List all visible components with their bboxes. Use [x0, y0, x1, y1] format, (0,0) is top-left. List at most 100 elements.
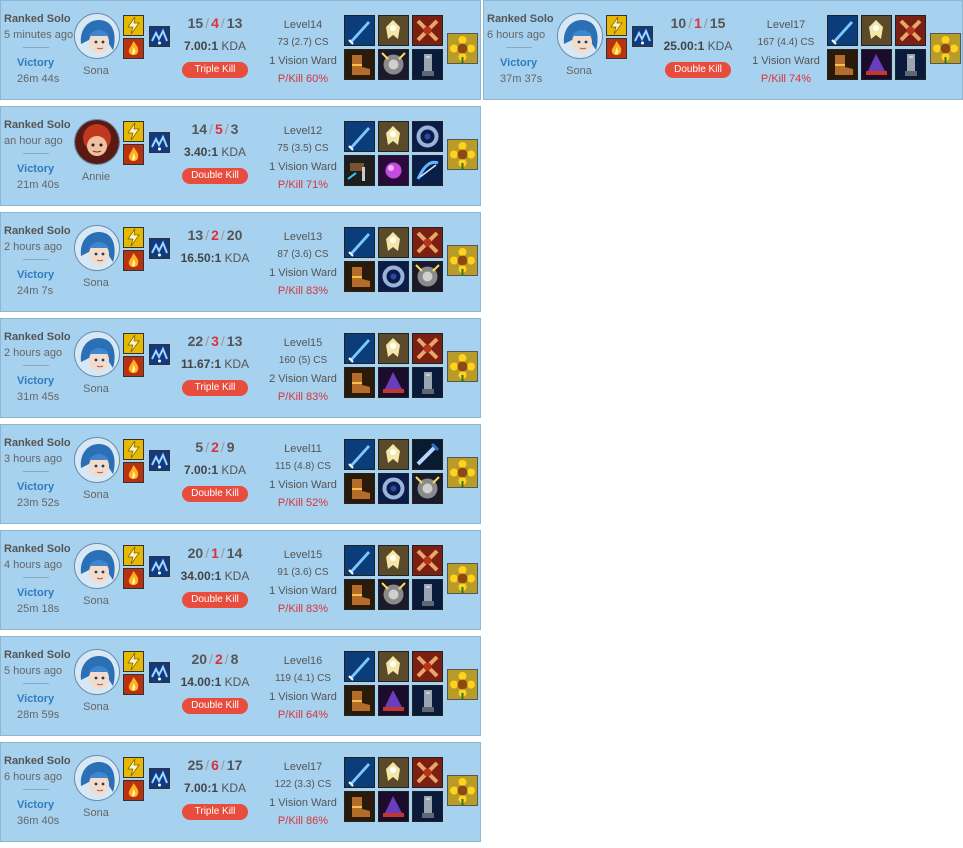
- flash-spell-icon[interactable]: [606, 15, 627, 36]
- sword-icon[interactable]: [827, 15, 858, 46]
- sona-portrait[interactable]: [74, 331, 120, 377]
- tower-icon[interactable]: [412, 685, 443, 716]
- match-card[interactable]: Ranked Solo 5 hours ago Victory 28m 59s …: [0, 636, 481, 736]
- keystone-rune-icon[interactable]: [632, 26, 653, 47]
- bow-icon[interactable]: [412, 155, 443, 186]
- flash-spell-icon[interactable]: [123, 15, 144, 36]
- hat-icon[interactable]: [378, 367, 409, 398]
- sword-icon[interactable]: [344, 121, 375, 152]
- sona-portrait[interactable]: [74, 543, 120, 589]
- flash-spell-icon[interactable]: [123, 439, 144, 460]
- sona-portrait[interactable]: [74, 755, 120, 801]
- ignite-spell-icon[interactable]: [123, 250, 144, 271]
- hat-icon[interactable]: [861, 49, 892, 80]
- hammer-icon[interactable]: [344, 155, 375, 186]
- tower-icon[interactable]: [412, 49, 443, 80]
- match-card[interactable]: Ranked Solo 2 hours ago Victory 31m 45s …: [0, 318, 481, 418]
- flash-spell-icon[interactable]: [123, 545, 144, 566]
- cross-icon[interactable]: [412, 15, 443, 46]
- ignite-spell-icon[interactable]: [123, 462, 144, 483]
- shield-icon[interactable]: [378, 579, 409, 610]
- wing-icon[interactable]: [378, 121, 409, 152]
- ring-icon[interactable]: [378, 473, 409, 504]
- hat-icon[interactable]: [378, 791, 409, 822]
- cross-icon[interactable]: [895, 15, 926, 46]
- match-card[interactable]: Ranked Solo 6 hours ago Victory 36m 40s …: [0, 742, 481, 842]
- sunflower-trinket-icon[interactable]: [447, 563, 478, 594]
- ring-icon[interactable]: [412, 121, 443, 152]
- cross-icon[interactable]: [412, 333, 443, 364]
- keystone-rune-icon[interactable]: [149, 26, 170, 47]
- blade-icon[interactable]: [412, 439, 443, 470]
- boots-icon[interactable]: [344, 685, 375, 716]
- sunflower-trinket-icon[interactable]: [930, 33, 961, 64]
- wing-icon[interactable]: [378, 227, 409, 258]
- keystone-rune-icon[interactable]: [149, 344, 170, 365]
- tower-icon[interactable]: [412, 791, 443, 822]
- sword-icon[interactable]: [344, 545, 375, 576]
- wing-icon[interactable]: [861, 15, 892, 46]
- boots-icon[interactable]: [827, 49, 858, 80]
- ignite-spell-icon[interactable]: [123, 674, 144, 695]
- flash-spell-icon[interactable]: [123, 227, 144, 248]
- sunflower-trinket-icon[interactable]: [447, 139, 478, 170]
- sunflower-trinket-icon[interactable]: [447, 775, 478, 806]
- match-card[interactable]: Ranked Solo 6 hours ago Victory 37m 37s …: [483, 0, 963, 100]
- shield-icon[interactable]: [378, 49, 409, 80]
- boots-icon[interactable]: [344, 367, 375, 398]
- keystone-rune-icon[interactable]: [149, 556, 170, 577]
- sword-icon[interactable]: [344, 227, 375, 258]
- sona-portrait[interactable]: [557, 13, 603, 59]
- wing-icon[interactable]: [378, 333, 409, 364]
- cross-icon[interactable]: [412, 545, 443, 576]
- keystone-rune-icon[interactable]: [149, 450, 170, 471]
- sunflower-trinket-icon[interactable]: [447, 33, 478, 64]
- sunflower-trinket-icon[interactable]: [447, 245, 478, 276]
- sunflower-trinket-icon[interactable]: [447, 669, 478, 700]
- ignite-spell-icon[interactable]: [123, 780, 144, 801]
- hat-icon[interactable]: [378, 685, 409, 716]
- keystone-rune-icon[interactable]: [149, 238, 170, 259]
- sunflower-trinket-icon[interactable]: [447, 351, 478, 382]
- shield-icon[interactable]: [412, 473, 443, 504]
- flash-spell-icon[interactable]: [123, 121, 144, 142]
- tower-icon[interactable]: [895, 49, 926, 80]
- wing-icon[interactable]: [378, 757, 409, 788]
- orb-icon[interactable]: [378, 155, 409, 186]
- sunflower-trinket-icon[interactable]: [447, 457, 478, 488]
- boots-icon[interactable]: [344, 473, 375, 504]
- cross-icon[interactable]: [412, 227, 443, 258]
- wing-icon[interactable]: [378, 439, 409, 470]
- boots-icon[interactable]: [344, 579, 375, 610]
- sword-icon[interactable]: [344, 439, 375, 470]
- boots-icon[interactable]: [344, 49, 375, 80]
- ignite-spell-icon[interactable]: [123, 568, 144, 589]
- annie-portrait[interactable]: [74, 119, 120, 165]
- cross-icon[interactable]: [412, 651, 443, 682]
- cross-icon[interactable]: [412, 757, 443, 788]
- ignite-spell-icon[interactable]: [606, 38, 627, 59]
- sona-portrait[interactable]: [74, 13, 120, 59]
- keystone-rune-icon[interactable]: [149, 768, 170, 789]
- sword-icon[interactable]: [344, 333, 375, 364]
- match-card[interactable]: Ranked Solo 2 hours ago Victory 24m 7s S…: [0, 212, 481, 312]
- match-card[interactable]: Ranked Solo an hour ago Victory 21m 40s …: [0, 106, 481, 206]
- ignite-spell-icon[interactable]: [123, 144, 144, 165]
- ring-icon[interactable]: [378, 261, 409, 292]
- sword-icon[interactable]: [344, 15, 375, 46]
- match-card[interactable]: Ranked Solo 5 minutes ago Victory 26m 44…: [0, 0, 481, 100]
- ignite-spell-icon[interactable]: [123, 38, 144, 59]
- match-card[interactable]: Ranked Solo 3 hours ago Victory 23m 52s …: [0, 424, 481, 524]
- flash-spell-icon[interactable]: [123, 651, 144, 672]
- sona-portrait[interactable]: [74, 649, 120, 695]
- sword-icon[interactable]: [344, 757, 375, 788]
- wing-icon[interactable]: [378, 15, 409, 46]
- sona-portrait[interactable]: [74, 437, 120, 483]
- sona-portrait[interactable]: [74, 225, 120, 271]
- wing-icon[interactable]: [378, 545, 409, 576]
- keystone-rune-icon[interactable]: [149, 132, 170, 153]
- boots-icon[interactable]: [344, 791, 375, 822]
- keystone-rune-icon[interactable]: [149, 662, 170, 683]
- sword-icon[interactable]: [344, 651, 375, 682]
- tower-icon[interactable]: [412, 367, 443, 398]
